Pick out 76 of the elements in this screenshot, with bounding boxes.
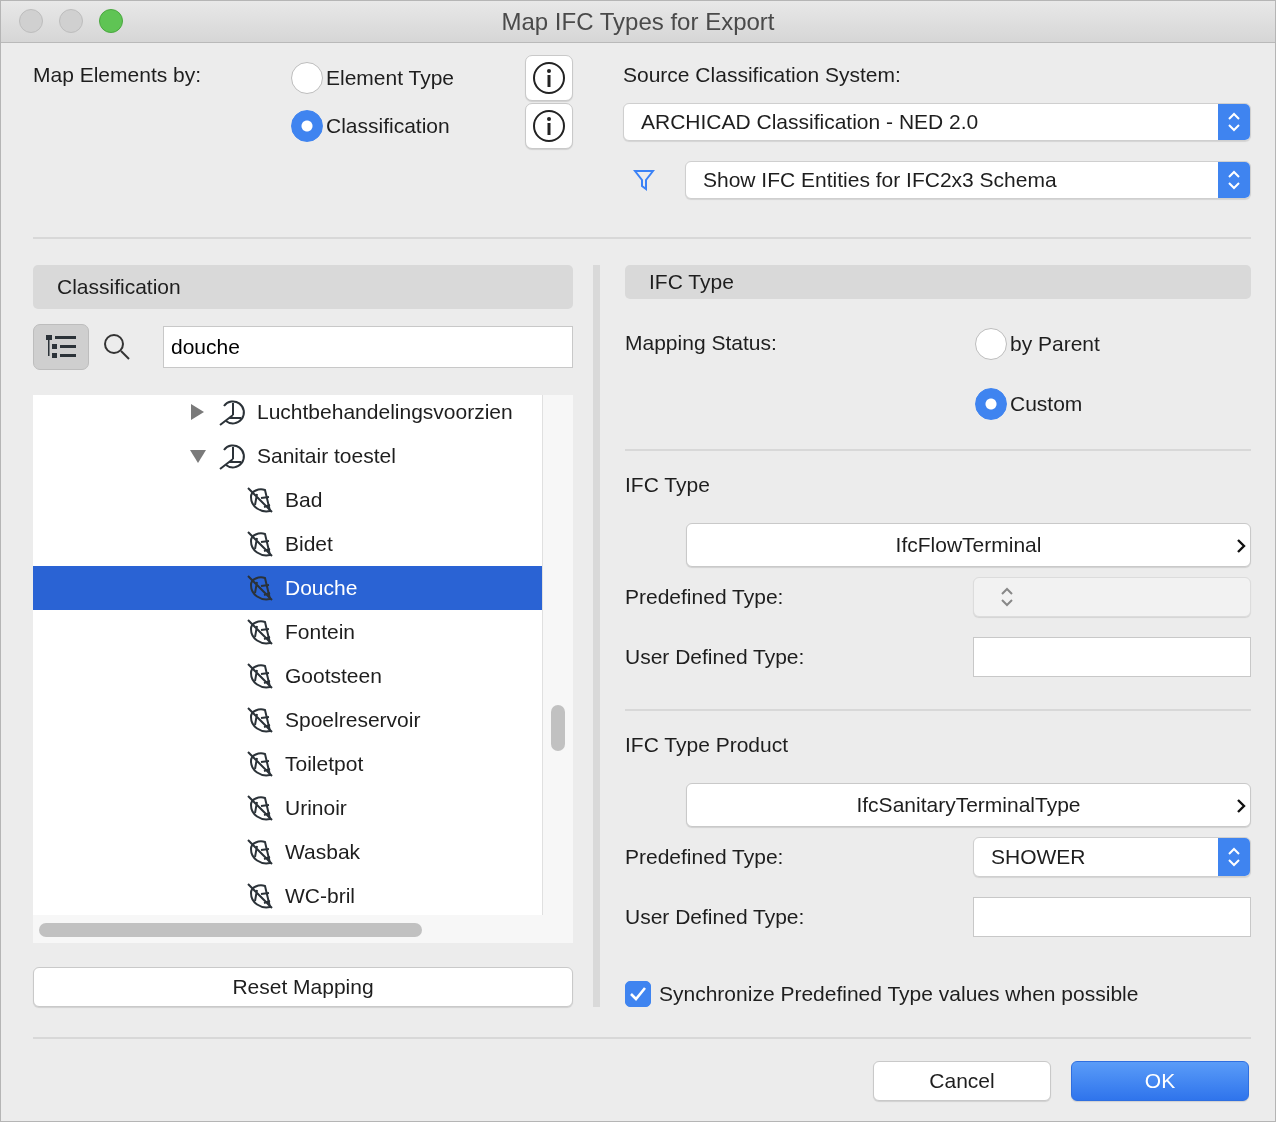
tree-item[interactable]: Bad <box>33 478 542 522</box>
tree-item[interactable]: Toiletpot <box>33 742 542 786</box>
stepper-icon <box>1218 162 1250 198</box>
tree-item[interactable]: Douche <box>33 566 542 610</box>
predefined-type-dropdown[interactable]: SHOWER <box>973 837 1251 877</box>
cancel-button[interactable]: Cancel <box>873 1061 1051 1101</box>
tree-view-button[interactable] <box>33 324 89 370</box>
ifc-type-picker-button[interactable]: IfcFlowTerminal <box>686 523 1251 567</box>
checkmark-icon <box>629 986 647 1002</box>
radio-button[interactable] <box>975 328 1007 360</box>
collapse-triangle-icon[interactable] <box>189 448 207 464</box>
horizontal-scrollbar[interactable] <box>39 923 422 937</box>
tree-list-icon <box>46 335 76 359</box>
ifc-type-picker-button[interactable]: IfcSanitaryTerminalType <box>686 783 1251 827</box>
filter-dropdown[interactable]: Show IFC Entities for IFC2x3 Schema <box>685 161 1251 199</box>
vertical-scrollbar[interactable] <box>551 705 565 751</box>
user-defined-type-label: User Defined Type: <box>625 645 805 669</box>
predefined-type-label: Predefined Type: <box>625 585 784 609</box>
leaf-icon <box>245 793 275 823</box>
search-icon[interactable] <box>103 333 131 361</box>
leaf-icon <box>245 529 275 559</box>
section-heading: IFC Type <box>625 472 711 498</box>
branch-icon <box>217 397 247 427</box>
panel-header: Classification <box>33 265 573 309</box>
mapping-status-label: Mapping Status: <box>625 330 778 356</box>
leaf-icon <box>245 881 275 911</box>
leaf-icon <box>245 705 275 735</box>
leaf-icon <box>245 837 275 867</box>
section-heading: IFC Type Product <box>625 732 790 758</box>
tree-item[interactable]: Spoelreservoir <box>33 698 542 742</box>
branch-icon <box>217 441 247 471</box>
radio-label: Element Type <box>326 66 455 90</box>
tree-item[interactable]: Sanitair toestel <box>33 434 542 478</box>
ok-button[interactable]: OK <box>1071 1061 1249 1101</box>
tree-item[interactable]: Fontein <box>33 610 542 654</box>
chevron-right-icon <box>1236 798 1246 814</box>
tree-item[interactable]: Urinoir <box>33 786 542 830</box>
radio-button[interactable] <box>975 388 1007 420</box>
radio-button[interactable] <box>291 110 323 142</box>
radio-label: by Parent <box>1010 332 1100 356</box>
radio-label: Classification <box>326 114 450 138</box>
search-field[interactable]: douche <box>163 326 573 368</box>
stepper-icon <box>1218 104 1250 140</box>
sync-label: Synchronize Predefined Type values when possible <box>659 982 1139 1006</box>
reset-mapping-button[interactable]: Reset Mapping <box>33 967 573 1007</box>
user-defined-type-label: User Defined Type: <box>625 905 805 929</box>
expand-triangle-icon[interactable] <box>189 403 205 421</box>
filter-icon[interactable] <box>633 168 655 192</box>
tree-item[interactable]: Bidet <box>33 522 542 566</box>
leaf-icon <box>245 749 275 779</box>
info-icon <box>532 61 566 95</box>
info-button[interactable] <box>525 55 573 101</box>
zoom-window-button[interactable] <box>99 9 123 33</box>
info-icon <box>532 109 566 143</box>
leaf-icon <box>245 485 275 515</box>
user-defined-type-field[interactable] <box>973 637 1251 677</box>
predefined-type-label: Predefined Type: <box>625 845 784 869</box>
source-system-dropdown[interactable]: ARCHICAD Classification - NED 2.0 <box>623 103 1251 141</box>
radio-label: Custom <box>1010 392 1083 416</box>
info-button[interactable] <box>525 103 573 149</box>
tree-item[interactable]: WC-bril <box>33 874 542 915</box>
tree-item[interactable]: Wasbak <box>33 830 542 874</box>
user-defined-type-field[interactable] <box>973 897 1251 937</box>
map-by-label: Map Elements by: <box>33 62 203 88</box>
leaf-icon <box>245 617 275 647</box>
leaf-icon <box>245 661 275 691</box>
source-system-label: Source Classification System: <box>623 63 902 88</box>
stepper-icon <box>1218 838 1250 876</box>
sync-checkbox[interactable] <box>625 981 651 1007</box>
leaf-icon <box>245 573 275 603</box>
window-title: Map IFC Types for Export <box>501 7 775 36</box>
chevron-right-icon <box>1236 538 1246 554</box>
radio-button[interactable] <box>291 62 323 94</box>
tree-item[interactable]: Luchtbehandelingsvoorzien <box>33 395 542 434</box>
panel-header: IFC Type <box>625 265 1251 299</box>
tree-item[interactable]: Gootsteen <box>33 654 542 698</box>
